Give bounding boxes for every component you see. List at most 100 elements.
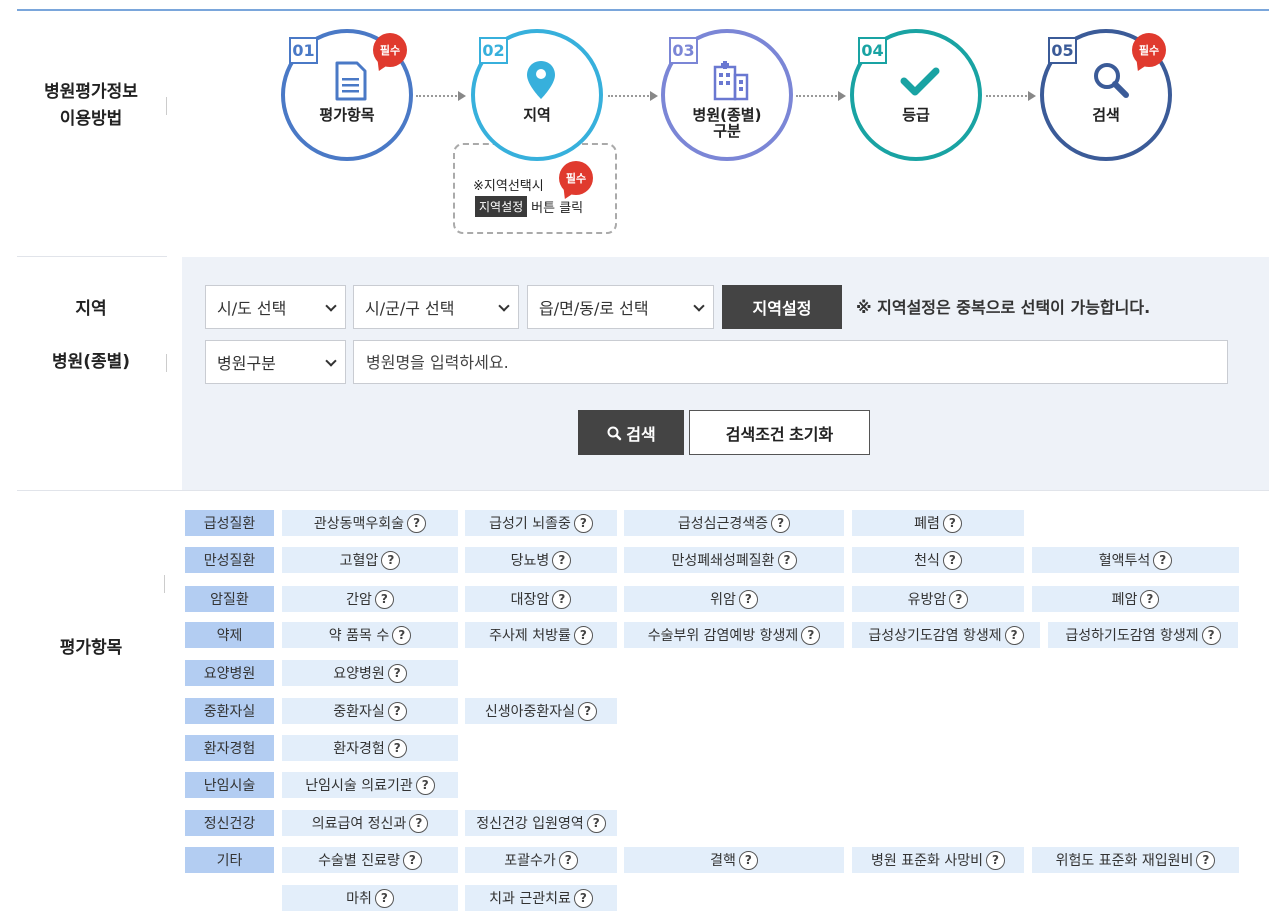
eval-item[interactable]: 결핵?	[624, 847, 844, 873]
help-icon[interactable]: ?	[407, 513, 427, 533]
eval-item[interactable]: 주사제 처방률?	[465, 622, 617, 648]
eval-item[interactable]: 대장암?	[465, 586, 617, 612]
hospital-type-select[interactable]: 병원구분	[205, 340, 346, 384]
help-icon[interactable]: ?	[586, 813, 606, 833]
help-icon[interactable]: ?	[771, 513, 791, 533]
eval-item[interactable]: 수술별 진료량?	[282, 847, 458, 873]
eupmyeondong-select[interactable]: 읍/면/동/로 선택	[527, 285, 714, 329]
eval-item[interactable]: 치과 근관치료?	[465, 885, 617, 911]
help-icon[interactable]: ?	[1140, 589, 1160, 609]
search-label-region: 지역	[75, 299, 107, 319]
eval-item[interactable]: 약 품목 수?	[282, 622, 458, 648]
eval-item[interactable]: 마취?	[282, 885, 458, 911]
help-icon[interactable]: ?	[381, 550, 401, 570]
help-icon[interactable]: ?	[801, 625, 821, 645]
help-icon[interactable]: ?	[578, 701, 598, 721]
help-icon[interactable]: ?	[949, 589, 969, 609]
sido-select[interactable]: 시/도 선택	[205, 285, 346, 329]
category-label: 약제	[185, 622, 274, 648]
help-icon[interactable]: ?	[387, 738, 407, 758]
document-icon	[335, 61, 367, 101]
reset-button[interactable]: 검색조건 초기화	[689, 410, 870, 455]
help-icon[interactable]: ?	[374, 589, 394, 609]
help-icon[interactable]: ?	[387, 663, 407, 683]
eval-item[interactable]: 급성하기도감염 항생제?	[1048, 622, 1238, 648]
help-icon[interactable]: ?	[558, 850, 578, 870]
step-2-region[interactable]: 02 지역	[471, 29, 603, 161]
region-notice: ※ 지역설정은 중복으로 선택이 가능합니다.	[856, 298, 1151, 317]
help-icon[interactable]: ?	[1201, 625, 1221, 645]
eval-item[interactable]: 당뇨병?	[465, 547, 617, 573]
eval-item[interactable]: 수술부위 감염예방 항생제?	[624, 622, 844, 648]
eval-item[interactable]: 천식?	[852, 547, 1024, 573]
step-5-label: 검색	[1092, 106, 1120, 124]
step-4-number: 04	[858, 37, 887, 64]
help-icon[interactable]: ?	[573, 625, 593, 645]
eval-item[interactable]: 만성폐쇄성폐질환?	[624, 547, 844, 573]
eval-item[interactable]: 난임시술 의료기관?	[282, 772, 458, 798]
search-button[interactable]: 검색	[578, 410, 684, 455]
help-icon[interactable]: ?	[415, 775, 435, 795]
region-note-line2: 버튼 클릭	[531, 201, 584, 216]
usage-section-label: 병원평가정보 이용방법	[17, 79, 167, 133]
eval-item[interactable]: 폐암?	[1032, 586, 1239, 612]
help-icon[interactable]: ?	[552, 589, 572, 609]
hospital-name-input[interactable]	[353, 340, 1228, 384]
eval-item[interactable]: 고혈압?	[282, 547, 458, 573]
help-icon[interactable]: ?	[573, 888, 593, 908]
eval-item[interactable]: 간암?	[282, 586, 458, 612]
step-arrow	[608, 91, 658, 101]
eval-item[interactable]: 급성상기도감염 항생제?	[852, 622, 1040, 648]
help-icon[interactable]: ?	[409, 813, 429, 833]
help-icon[interactable]: ?	[1004, 625, 1024, 645]
help-icon[interactable]: ?	[738, 850, 758, 870]
eval-item[interactable]: 병원 표준화 사망비?	[852, 847, 1024, 873]
eval-item[interactable]: 관상동맥우회술?	[282, 510, 458, 536]
step-3-number: 03	[669, 37, 698, 64]
help-icon[interactable]: ?	[387, 701, 407, 721]
help-icon[interactable]: ?	[402, 850, 422, 870]
help-icon[interactable]: ?	[552, 550, 572, 570]
help-icon[interactable]: ?	[573, 513, 593, 533]
eval-item[interactable]: 정신건강 입원영역?	[465, 810, 617, 836]
help-icon[interactable]: ?	[1196, 850, 1216, 870]
eval-item[interactable]: 위암?	[624, 586, 844, 612]
help-icon[interactable]: ?	[1153, 550, 1173, 570]
eval-item[interactable]: 위험도 표준화 재입원비?	[1032, 847, 1239, 873]
search-label-hospital: 병원(종별)	[17, 349, 167, 376]
help-icon[interactable]: ?	[777, 550, 797, 570]
eval-item[interactable]: 중환자실?	[282, 698, 458, 724]
section-divider	[17, 490, 1269, 491]
help-icon[interactable]: ?	[392, 625, 412, 645]
step-1-label: 평가항목	[319, 106, 375, 124]
category-label: 기타	[185, 847, 274, 873]
eval-item[interactable]: 급성심근경색증?	[624, 510, 844, 536]
eval-item[interactable]: 포괄수가?	[465, 847, 617, 873]
step-3-hospital-type[interactable]: 03 병원(종별) 구분	[661, 29, 793, 161]
category-label: 환자경험	[185, 735, 274, 761]
step-1-number: 01	[289, 37, 318, 64]
eval-item[interactable]: 신생아중환자실?	[465, 698, 617, 724]
sigungu-select[interactable]: 시/군/구 선택	[353, 285, 519, 329]
region-set-button[interactable]: 지역설정	[722, 285, 842, 329]
help-icon[interactable]: ?	[374, 888, 394, 908]
eval-item[interactable]: 급성기 뇌졸중?	[465, 510, 617, 536]
required-badge: 필수	[559, 161, 593, 195]
eval-item[interactable]: 요양병원?	[282, 660, 458, 686]
step-2-number: 02	[479, 37, 508, 64]
eval-item[interactable]: 혈액투석?	[1032, 547, 1239, 573]
help-icon[interactable]: ?	[942, 513, 962, 533]
help-icon[interactable]: ?	[942, 550, 962, 570]
eval-item[interactable]: 환자경험?	[282, 735, 458, 761]
checkmark-icon	[900, 67, 940, 96]
help-icon[interactable]: ?	[738, 589, 758, 609]
region-note-button-text: 지역설정	[475, 196, 528, 217]
eval-item[interactable]: 의료급여 정신과?	[282, 810, 458, 836]
eval-item[interactable]: 유방암?	[852, 586, 1024, 612]
step-4-label: 등급	[902, 106, 930, 124]
category-label: 정신건강	[185, 810, 274, 836]
eval-item[interactable]: 폐렴?	[852, 510, 1024, 536]
required-badge: 필수	[373, 33, 407, 67]
help-icon[interactable]: ?	[985, 850, 1005, 870]
step-4-grade[interactable]: 04 등급	[850, 29, 982, 161]
